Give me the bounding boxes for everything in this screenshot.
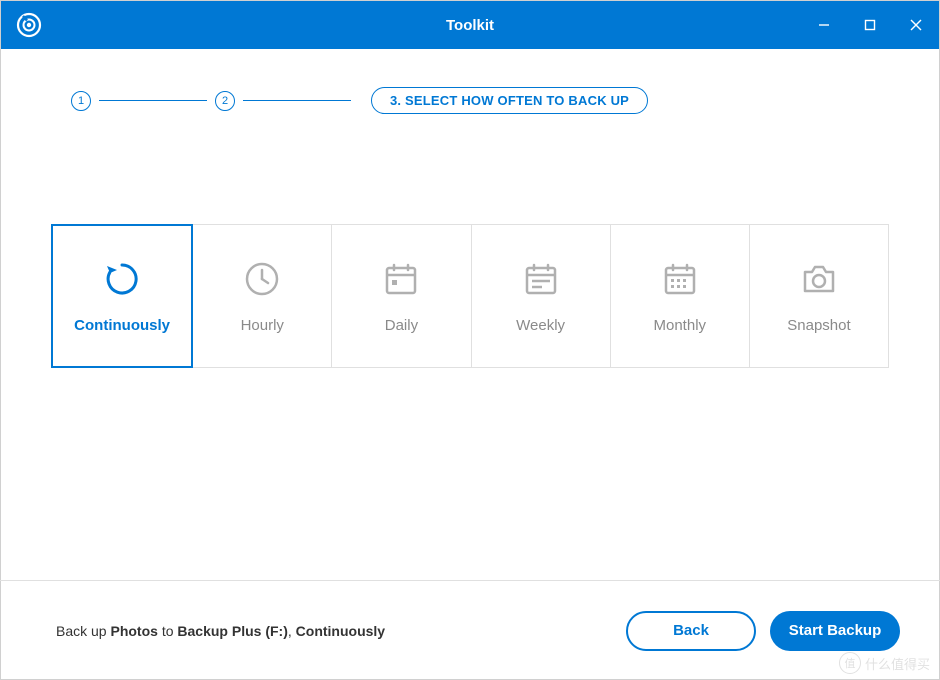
step-2[interactable]: 2 — [215, 91, 235, 111]
backup-summary: Back up Photos to Backup Plus (F:), Cont… — [56, 623, 385, 639]
summary-mid: to — [158, 623, 177, 639]
window-title: Toolkit — [446, 17, 494, 34]
summary-sep: , — [288, 623, 296, 639]
option-hourly[interactable]: Hourly — [193, 224, 332, 368]
start-backup-button[interactable]: Start Backup — [770, 611, 900, 651]
calendar-week-icon — [521, 259, 561, 299]
minimize-button[interactable] — [801, 1, 847, 49]
frequency-options: Continuously Hourly — [51, 224, 889, 368]
option-weekly[interactable]: Weekly — [472, 224, 611, 368]
app-logo-icon — [15, 11, 43, 39]
main-content: 1 2 3. SELECT HOW OFTEN TO BACK UP Conti… — [1, 49, 939, 579]
window-controls — [801, 1, 939, 49]
option-label: Hourly — [241, 317, 284, 334]
summary-prefix: Back up — [56, 623, 110, 639]
undo-icon — [102, 259, 142, 299]
option-label: Weekly — [516, 317, 565, 334]
summary-frequency: Continuously — [296, 623, 385, 639]
footer-bar: Back up Photos to Backup Plus (F:), Cont… — [0, 580, 940, 680]
wizard-stepper: 1 2 3. SELECT HOW OFTEN TO BACK UP — [71, 87, 889, 114]
step-connector — [243, 100, 351, 101]
summary-destination: Backup Plus (F:) — [177, 623, 287, 639]
calendar-day-icon — [381, 259, 421, 299]
option-continuously[interactable]: Continuously — [51, 224, 193, 368]
option-label: Snapshot — [787, 317, 850, 334]
titlebar: Toolkit — [1, 1, 939, 49]
summary-source: Photos — [110, 623, 157, 639]
step-connector — [99, 100, 207, 101]
back-button[interactable]: Back — [626, 611, 756, 651]
calendar-month-icon — [660, 259, 700, 299]
footer-buttons: Back Start Backup — [626, 611, 900, 651]
maximize-button[interactable] — [847, 1, 893, 49]
option-label: Continuously — [74, 317, 170, 334]
step-1[interactable]: 1 — [71, 91, 91, 111]
close-button[interactable] — [893, 1, 939, 49]
option-label: Daily — [385, 317, 418, 334]
option-daily[interactable]: Daily — [332, 224, 471, 368]
clock-icon — [242, 259, 282, 299]
option-label: Monthly — [654, 317, 707, 334]
option-monthly[interactable]: Monthly — [611, 224, 750, 368]
step-3-active: 3. SELECT HOW OFTEN TO BACK UP — [371, 87, 648, 114]
camera-icon — [799, 259, 839, 299]
option-snapshot[interactable]: Snapshot — [750, 224, 889, 368]
